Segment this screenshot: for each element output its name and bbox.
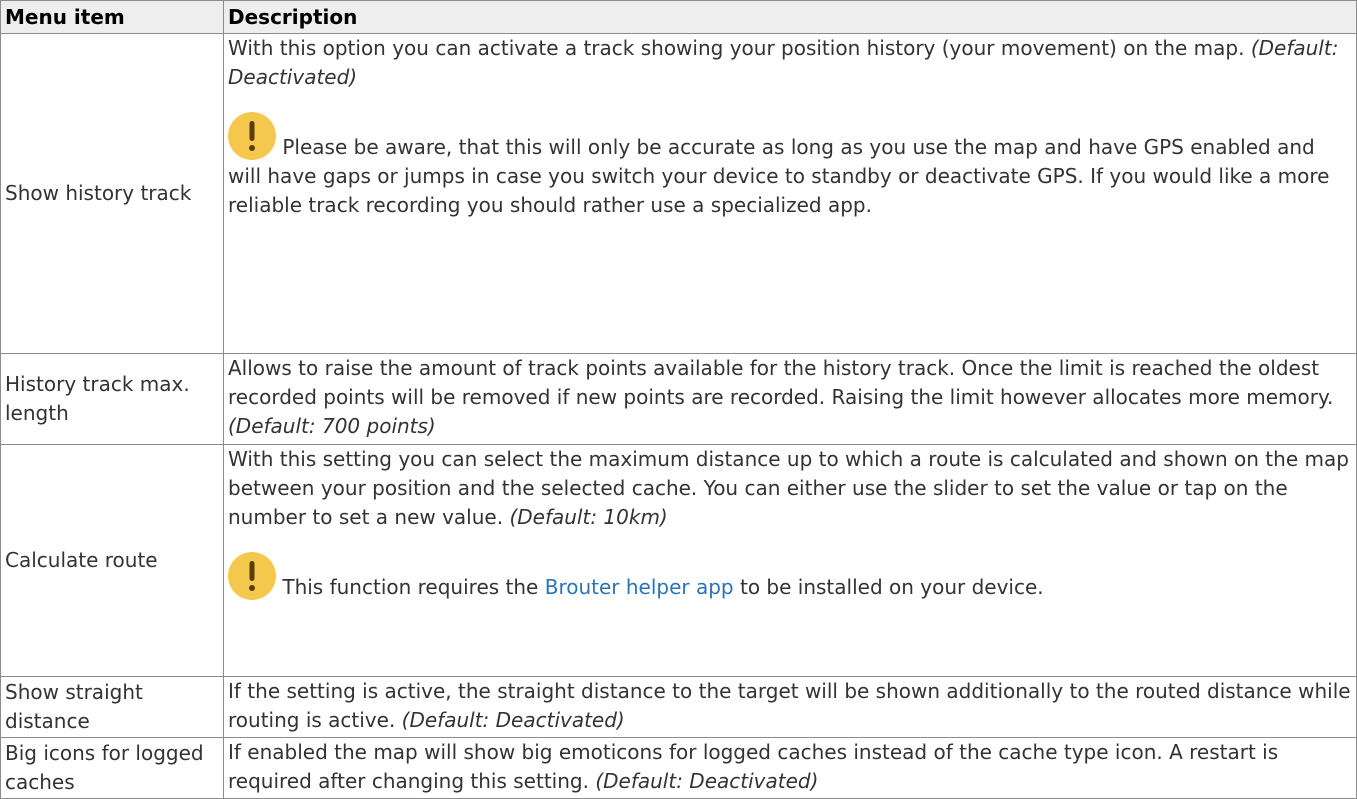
default-note: (Default: 10km) bbox=[509, 505, 668, 529]
description-cell: If enabled the map will show big emotico… bbox=[223, 737, 1357, 799]
description-text: With this option you can activate a trac… bbox=[228, 36, 1245, 60]
exclamation-warning-icon bbox=[228, 552, 276, 600]
description-cell: Allows to raise the amount of track poin… bbox=[223, 353, 1357, 445]
description-text: Allows to raise the amount of track poin… bbox=[228, 356, 1334, 409]
table-row: History track max. length Allows to rais… bbox=[0, 353, 1357, 445]
table-row: Show history track With this option you … bbox=[0, 33, 1357, 354]
menu-item-cell: Show straight distance bbox=[0, 676, 224, 738]
description-cell: If the setting is active, the straight d… bbox=[223, 676, 1357, 738]
description-text: If the setting is active, the straight d… bbox=[228, 679, 1351, 732]
menu-item-cell: Show history track bbox=[0, 33, 224, 354]
table-row: Calculate route With this setting you ca… bbox=[0, 444, 1357, 677]
brouter-helper-app-link[interactable]: Brouter helper app bbox=[545, 575, 734, 599]
description-text: With this setting you can select the max… bbox=[228, 447, 1349, 529]
table-row: Big icons for logged caches If enabled t… bbox=[0, 737, 1357, 799]
warning-note: This function requires the Brouter helpe… bbox=[228, 552, 1352, 602]
menu-item-cell: Big icons for logged caches bbox=[0, 737, 224, 799]
table-header-row: Menu item Description bbox=[0, 0, 1357, 34]
default-note: (Default: 700 points) bbox=[228, 414, 436, 438]
menu-item-cell: Calculate route bbox=[0, 444, 224, 677]
exclamation-warning-icon bbox=[228, 112, 276, 160]
default-note: (Default: Deactivated) bbox=[401, 708, 625, 732]
column-header-description: Description bbox=[223, 0, 1357, 34]
warning-note: Please be aware, that this will only be … bbox=[228, 112, 1352, 220]
settings-table: Menu item Description Show history track… bbox=[0, 0, 1357, 799]
warning-text: Please be aware, that this will only be … bbox=[228, 135, 1330, 217]
default-note: (Default: Deactivated) bbox=[595, 769, 819, 793]
description-cell: With this setting you can select the max… bbox=[223, 444, 1357, 677]
warning-text-after: to be installed on your device. bbox=[739, 575, 1044, 599]
column-header-menu-item: Menu item bbox=[0, 0, 224, 34]
table-row: Show straight distance If the setting is… bbox=[0, 676, 1357, 738]
description-cell: With this option you can activate a trac… bbox=[223, 33, 1357, 354]
warning-text-before: This function requires the bbox=[282, 575, 539, 599]
menu-item-cell: History track max. length bbox=[0, 353, 224, 445]
